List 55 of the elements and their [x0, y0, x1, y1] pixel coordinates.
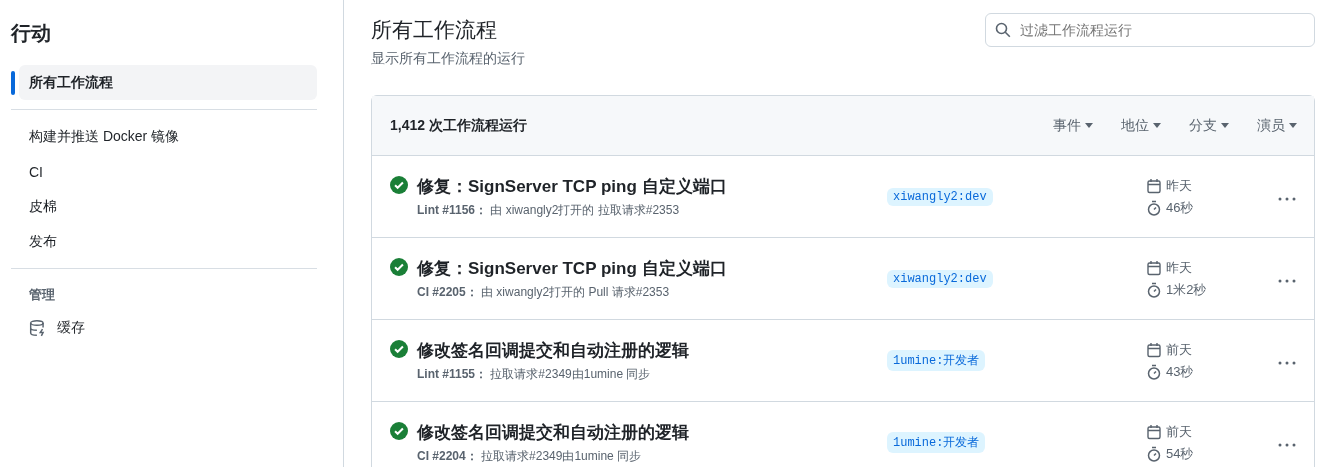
caret-icon	[1289, 123, 1297, 128]
page-subtitle: 显示所有工作流程的运行	[371, 50, 525, 68]
run-duration: 43秒	[1166, 362, 1194, 381]
filter-dropdown[interactable]: 地位	[1112, 112, 1170, 139]
run-date: 前天	[1166, 422, 1192, 441]
caret-icon	[1085, 123, 1093, 128]
run-date: 前天	[1166, 340, 1192, 359]
run-duration: 1米2秒	[1166, 280, 1207, 299]
run-date: 昨天	[1166, 258, 1192, 277]
run-title-link[interactable]: 修改签名回调提交和自动注册的逻辑	[417, 338, 887, 362]
caret-icon	[1153, 123, 1161, 128]
calendar-icon	[1146, 341, 1162, 358]
run-title-link[interactable]: 修复：SignServer TCP ping 自定义端口	[417, 256, 887, 280]
branch-label[interactable]: 1umine:开发者	[887, 432, 986, 453]
run-count: 1,412 次工作流程运行	[390, 116, 527, 135]
calendar-icon	[1146, 423, 1162, 440]
run-meta: Lint #1155： 拉取请求#2349由1umine 同步	[417, 365, 652, 383]
kebab-icon	[1278, 279, 1296, 283]
stopwatch-icon	[1146, 199, 1162, 216]
kebab-icon	[1278, 197, 1296, 201]
sidebar-item[interactable]: CI	[11, 154, 317, 189]
branch-label[interactable]: xiwangly2:dev	[887, 187, 993, 206]
search-field[interactable]: 过滤工作流程运行	[985, 13, 1315, 47]
stopwatch-icon	[1146, 363, 1162, 380]
stopwatch-icon	[1146, 445, 1162, 462]
calendar-icon	[1146, 259, 1162, 276]
stopwatch-icon	[1146, 281, 1162, 298]
database-icon	[29, 318, 47, 337]
kebab-icon	[1278, 443, 1296, 447]
run-meta: CI #2204： 拉取请求#2349由1umine 同步	[417, 447, 643, 465]
selection-marker	[11, 70, 15, 95]
page-title: 所有工作流程	[371, 17, 498, 43]
caret-icon	[1221, 123, 1229, 128]
filter-dropdown[interactable]: 演员	[1248, 112, 1306, 139]
run-duration: 54秒	[1166, 444, 1194, 463]
sidebar-title: 行动	[11, 21, 52, 46]
run-title-link[interactable]: 修改签名回调提交和自动注册的逻辑	[417, 420, 887, 444]
branch-label[interactable]: xiwangly2:dev	[887, 269, 993, 288]
branch-label[interactable]: 1umine:开发者	[887, 350, 986, 371]
section-heading: 管理	[28, 286, 56, 304]
run-title-link[interactable]: 修复：SignServer TCP ping 自定义端口	[417, 174, 887, 198]
sidebar-item[interactable]: 发布	[11, 224, 317, 259]
kebab-icon	[1278, 361, 1296, 365]
sidebar-item[interactable]: 构建并推送 Docker 镜像	[11, 119, 317, 154]
run-meta: CI #2205： 由 xiwangly2打开的 Pull 请求#2353	[417, 283, 671, 301]
run-date: 昨天	[1166, 176, 1192, 195]
filter-dropdown[interactable]: 事件	[1044, 112, 1102, 139]
run-meta: Lint #1156： 由 xiwangly2打开的 拉取请求#2353	[417, 201, 681, 219]
filter-dropdown[interactable]: 分支	[1180, 112, 1238, 139]
run-duration: 46秒	[1166, 198, 1194, 217]
sidebar-item[interactable]: 缓存	[11, 310, 317, 345]
search-icon	[995, 22, 1011, 38]
sidebar-item[interactable]: 所有工作流程	[19, 65, 317, 100]
calendar-icon	[1146, 177, 1162, 194]
sidebar-item[interactable]: 皮棉	[11, 189, 317, 224]
